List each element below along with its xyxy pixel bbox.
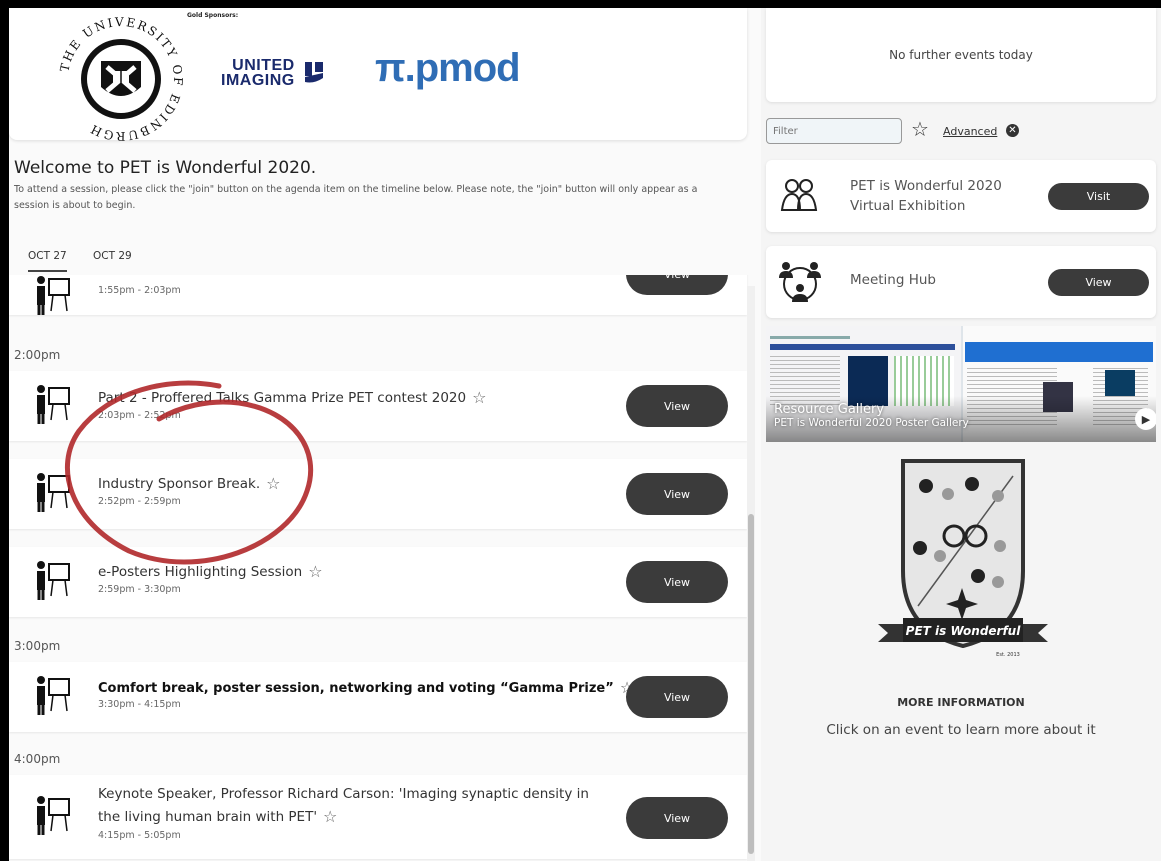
- event-time: 2:03pm - 2:52pm: [98, 410, 181, 421]
- event-time: 4:15pm - 5:05pm: [98, 830, 181, 841]
- agenda-item[interactable]: 1:55pm - 2:03pm View: [9, 275, 747, 315]
- hour-label: 4:00pm: [14, 752, 61, 766]
- sidebar: No further events today ☆ Advanced ✕ PET…: [766, 8, 1161, 861]
- favorites-filter-star-icon[interactable]: ☆: [911, 117, 929, 141]
- presenter-icon: [37, 561, 70, 600]
- event-title[interactable]: e-Posters Highlighting Session ☆: [98, 562, 323, 581]
- gallery-subtitle: PET is Wonderful 2020 Poster Gallery: [774, 417, 969, 429]
- meeting-hub-card[interactable]: Meeting Hub View: [766, 246, 1156, 318]
- gold-sponsors-label: Gold Sponsors:: [187, 12, 239, 19]
- favorite-star-icon[interactable]: ☆: [266, 474, 280, 493]
- agenda-item[interactable]: e-Posters Highlighting Session ☆ 2:59pm -…: [9, 547, 747, 617]
- view-button[interactable]: View: [626, 561, 728, 603]
- agenda-item[interactable]: Industry Sponsor Break. ☆ 2:52pm - 2:59pm…: [9, 459, 747, 529]
- event-title[interactable]: Part 2 - Proffered Talks Gamma Prize PET…: [98, 388, 486, 407]
- presenter-icon: [37, 473, 70, 512]
- meeting-hub-icon: [779, 262, 821, 302]
- sponsor-banner: Gold Sponsors: THE UNIVERSITY OF EDINBUR…: [9, 8, 747, 141]
- svg-text:PET is Wonderful: PET is Wonderful: [906, 624, 1022, 638]
- tab-oct-27[interactable]: OCT 27: [28, 250, 67, 272]
- united-imaging-icon: [304, 62, 323, 83]
- favorite-star-icon[interactable]: ☆: [323, 807, 337, 826]
- advanced-link[interactable]: Advanced: [943, 125, 997, 138]
- no-events-card: No further events today: [766, 8, 1156, 102]
- tab-oct-29[interactable]: OCT 29: [93, 250, 132, 262]
- gallery-title: Resource Gallery: [774, 402, 885, 417]
- agenda-timeline[interactable]: 1:55pm - 2:03pm View 2:00pm Part 2 - Pro…: [9, 275, 749, 861]
- view-button[interactable]: View: [626, 676, 728, 718]
- date-tabs: OCT 27 OCT 29: [14, 246, 754, 276]
- agenda-item[interactable]: Keynote Speaker, Professor Richard Carso…: [9, 775, 747, 859]
- more-information-text: Click on an event to learn more about it: [826, 722, 1096, 738]
- more-information-heading: MORE INFORMATION: [897, 696, 1025, 709]
- timeline-scrollbar[interactable]: [747, 286, 755, 861]
- agenda-item[interactable]: Part 2 - Proffered Talks Gamma Prize PET…: [9, 371, 747, 441]
- event-title[interactable]: Keynote Speaker, Professor Richard Carso…: [98, 786, 589, 802]
- meeting-hub-view-button[interactable]: View: [1048, 269, 1149, 296]
- united-imaging-logo: UNITED IMAGING: [221, 58, 323, 89]
- welcome-title: Welcome to PET is Wonderful 2020.: [14, 158, 317, 178]
- pet-is-wonderful-badge: PET is Wonderful Est. 2013: [878, 459, 1048, 658]
- welcome-text: To attend a session, please click the "j…: [14, 184, 698, 211]
- favorite-star-icon[interactable]: ☆: [472, 388, 486, 407]
- event-time: 1:55pm - 2:03pm: [98, 285, 181, 296]
- meeting-hub-label: Meeting Hub: [850, 272, 936, 288]
- event-title[interactable]: Industry Sponsor Break. ☆: [98, 474, 280, 493]
- agenda-panel: Gold Sponsors: THE UNIVERSITY OF EDINBUR…: [9, 8, 761, 861]
- presenter-icon: [37, 276, 70, 315]
- play-next-icon[interactable]: ▶: [1135, 408, 1156, 430]
- gallery-caption: Resource Gallery PET is Wonderful 2020 P…: [774, 402, 969, 429]
- hour-label: 3:00pm: [14, 639, 61, 653]
- favorite-star-icon[interactable]: ☆: [308, 562, 322, 581]
- presenter-icon: [37, 385, 70, 424]
- view-button[interactable]: View: [626, 797, 728, 839]
- event-title[interactable]: Comfort break, poster session, networkin…: [98, 678, 634, 697]
- event-title-continued[interactable]: the living human brain with PET' ☆: [98, 807, 337, 826]
- scrollbar-thumb[interactable]: [748, 514, 754, 854]
- edinburgh-crest: THE UNIVERSITY OF EDINBURGH: [57, 17, 183, 141]
- people-icon: [780, 179, 818, 211]
- svg-text:Est. 2013: Est. 2013: [996, 652, 1020, 658]
- event-time: 2:59pm - 3:30pm: [98, 584, 181, 595]
- agenda-item[interactable]: Comfort break, poster session, networkin…: [9, 662, 747, 732]
- pmod-logo: π.pmod: [375, 46, 521, 90]
- hour-label: 2:00pm: [14, 348, 61, 362]
- view-button[interactable]: View: [626, 275, 728, 295]
- presenter-icon: [37, 676, 70, 715]
- event-time: 3:30pm - 4:15pm: [98, 699, 181, 710]
- event-time: 2:52pm - 2:59pm: [98, 496, 181, 507]
- filter-input[interactable]: [766, 118, 902, 144]
- view-button[interactable]: View: [626, 473, 728, 515]
- presenter-icon: [37, 796, 70, 835]
- visit-button[interactable]: Visit: [1048, 183, 1149, 210]
- resource-gallery[interactable]: Resource Gallery PET is Wonderful 2020 P…: [766, 326, 1156, 442]
- clear-filter-icon[interactable]: ✕: [1006, 124, 1019, 137]
- app-frame: Gold Sponsors: THE UNIVERSITY OF EDINBUR…: [9, 8, 1161, 861]
- view-button[interactable]: View: [626, 385, 728, 427]
- exhibition-label: PET is Wonderful 2020 Virtual Exhibition: [850, 178, 1002, 214]
- exhibition-card[interactable]: PET is Wonderful 2020 Virtual Exhibition …: [766, 160, 1156, 232]
